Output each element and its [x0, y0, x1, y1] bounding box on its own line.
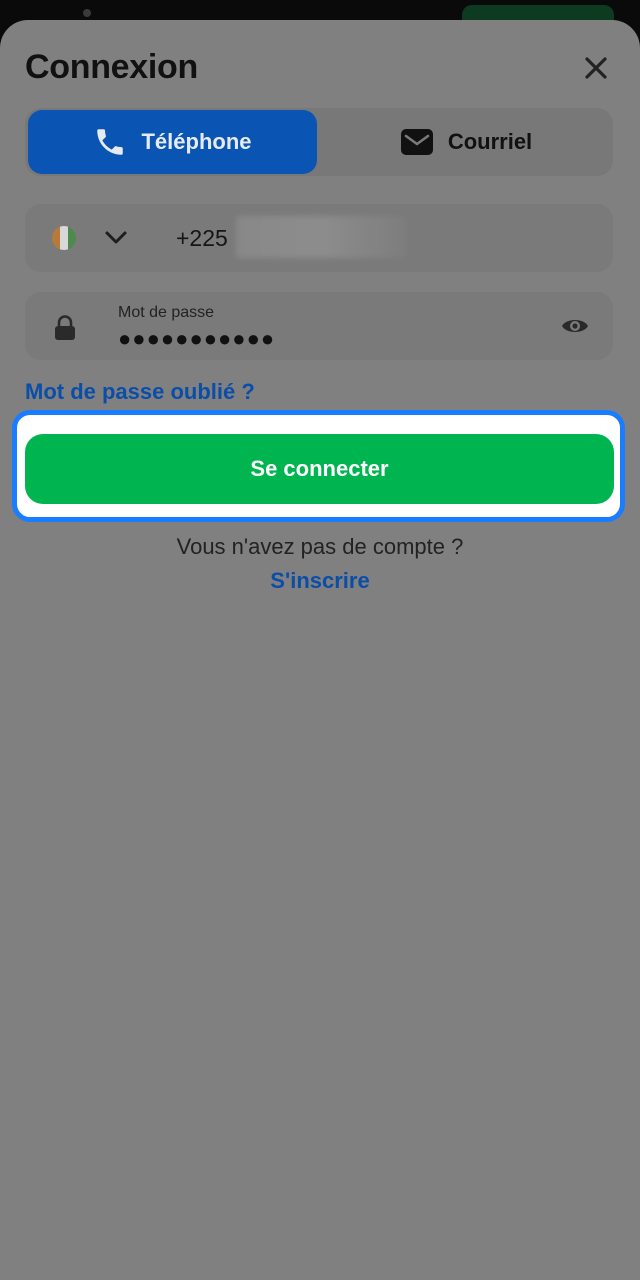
phone-icon: [97, 129, 124, 155]
password-field[interactable]: Mot de passe ●●●●●●●●●●●: [25, 292, 613, 360]
tab-phone-label: Téléphone: [141, 129, 252, 154]
login-button-label: Se connecter: [250, 456, 389, 481]
dialog-title: Connexion: [25, 48, 198, 86]
camera-dot: [83, 9, 91, 17]
mail-icon: [400, 129, 433, 155]
password-label: Mot de passe: [118, 304, 215, 321]
close-icon[interactable]: [578, 50, 614, 86]
lock-icon: [55, 315, 75, 340]
tab-phone[interactable]: Téléphone: [28, 110, 317, 174]
eye-icon[interactable]: [561, 316, 589, 336]
dial-code: +225: [176, 225, 228, 251]
cote-divoire-flag-icon[interactable]: [52, 226, 76, 250]
signup-link[interactable]: S'inscrire: [0, 568, 640, 594]
password-input[interactable]: ●●●●●●●●●●●: [118, 326, 275, 352]
forgot-password-link[interactable]: Mot de passe oublié ?: [25, 379, 255, 405]
login-sheet: Connexion Téléphone Courriel +225 Mot de…: [0, 20, 640, 1280]
login-button[interactable]: Se connecter: [25, 434, 614, 504]
login-method-tabs: Téléphone Courriel: [25, 108, 613, 176]
tab-email-label: Courriel: [447, 129, 533, 154]
phone-field[interactable]: +225: [25, 204, 613, 272]
no-account-text: Vous n'avez pas de compte ?: [176, 534, 464, 559]
redacted-phone-number[interactable]: [236, 216, 406, 258]
tab-email[interactable]: Courriel: [321, 110, 611, 174]
chevron-down-icon[interactable]: [104, 228, 128, 248]
